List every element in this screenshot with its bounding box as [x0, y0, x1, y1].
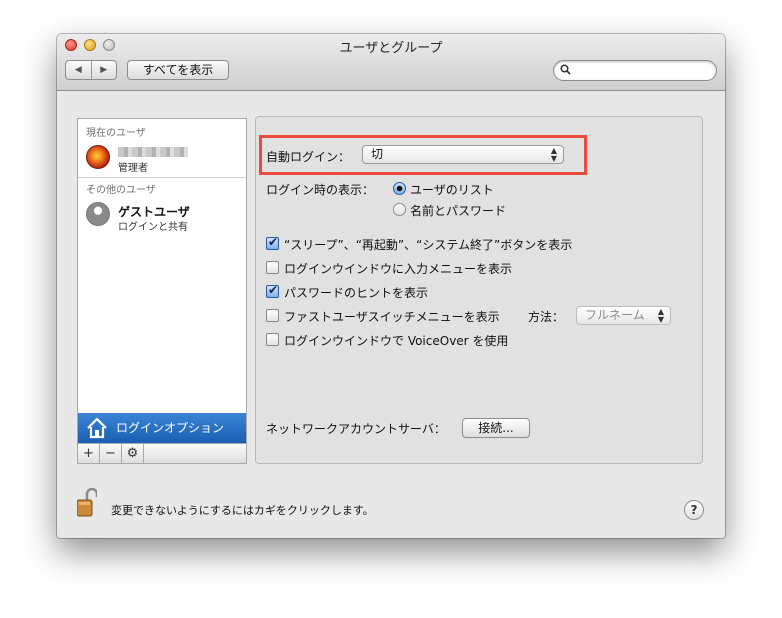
auto-login-popup[interactable]: 切 ▲ ▼ — [362, 145, 564, 164]
guest-user-sub: ログインと共有 — [118, 222, 188, 233]
auto-login-value: 切 — [371, 147, 384, 161]
login-window-label: ログイン時の表示： — [266, 183, 375, 197]
divider — [78, 177, 246, 178]
search-icon — [560, 64, 571, 78]
help-button[interactable]: ? — [684, 500, 704, 520]
connect-button[interactable]: 接続... — [462, 418, 530, 438]
popup-arrows-icon: ▲ ▼ — [550, 146, 557, 163]
current-users-header: 現在のユーザ — [86, 128, 146, 139]
checkbox-voiceover[interactable] — [266, 333, 279, 346]
preferences-window: ユーザとグループ ◀ ▶ すべてを表示 現在のユーザ 管理者 その他のユーザ ゲ… — [57, 34, 725, 538]
user-list: 現在のユーザ 管理者 その他のユーザ ゲストユーザ ログインと共有 ログインオプ… — [77, 118, 247, 464]
checkbox-fast-user-switch[interactable] — [266, 309, 279, 322]
redacted-username — [118, 147, 188, 157]
radio-user-list[interactable] — [393, 182, 406, 195]
popup-arrows-icon: ▲ ▼ — [657, 307, 664, 324]
house-icon — [86, 416, 108, 440]
remove-user-button[interactable]: − — [100, 444, 122, 463]
checkbox-sleep-restart[interactable] — [266, 235, 279, 250]
back-arrow-icon[interactable]: ◀ — [66, 61, 92, 79]
checkbox-sleep-restart-label: “スリープ”、“再起動”、“システム終了”ボタンを表示 — [284, 238, 573, 252]
checkbox-password-hints-label: パスワードのヒントを表示 — [284, 286, 429, 300]
network-server-label: ネットワークアカウントサーバ： — [266, 422, 446, 436]
gear-icon[interactable]: ⚙ — [122, 444, 144, 463]
sidebar-item-login-options[interactable]: ログインオプション — [78, 413, 246, 443]
window-title: ユーザとグループ — [339, 41, 443, 56]
title-bar: ユーザとグループ ◀ ▶ すべてを表示 — [57, 34, 725, 91]
lock-instruction-text: 変更できないようにするにはカギをクリックします。 — [111, 504, 374, 517]
checkbox-fast-user-switch-label: ファストユーザスイッチメニューを表示 — [284, 310, 500, 324]
forward-arrow-icon[interactable]: ▶ — [92, 61, 117, 79]
guest-avatar-icon — [86, 202, 110, 226]
back-forward-control: ◀ ▶ — [65, 60, 117, 80]
checkbox-password-hints[interactable] — [266, 283, 279, 298]
checkbox-voiceover-label: ログインウインドウで VoiceOver を使用 — [284, 334, 509, 348]
radio-name-password-label: 名前とパスワード — [410, 204, 507, 218]
current-user-row[interactable]: 管理者 — [78, 141, 246, 177]
other-users-header: その他のユーザ — [86, 185, 156, 196]
unlocked-padlock-icon[interactable] — [76, 487, 99, 518]
checkbox-input-menu[interactable] — [266, 261, 279, 274]
fast-switch-method-label: 方法： — [528, 310, 565, 324]
radio-user-list-label: ユーザのリスト — [410, 183, 494, 197]
login-options-label: ログインオプション — [116, 421, 225, 435]
avatar — [86, 145, 110, 169]
fast-switch-method-value: フルネーム — [585, 308, 645, 322]
guest-user-row[interactable]: ゲストユーザ ログインと共有 — [78, 197, 246, 233]
checkbox-input-menu-label: ログインウインドウに入力メニューを表示 — [284, 262, 513, 276]
search-input[interactable] — [576, 63, 706, 77]
login-options-panel: 自動ログイン： 切 ▲ ▼ ログイン時の表示： ユーザのリスト 名前とパスワード … — [255, 116, 703, 464]
add-user-button[interactable]: + — [78, 444, 100, 463]
fast-switch-method-popup[interactable]: フルネーム ▲ ▼ — [576, 306, 671, 325]
user-list-toolbar: + − ⚙ — [78, 443, 246, 463]
show-all-button[interactable]: すべてを表示 — [127, 60, 229, 80]
auto-login-label: 自動ログイン： — [266, 150, 351, 164]
search-field[interactable] — [553, 60, 717, 81]
radio-name-password[interactable] — [393, 203, 406, 216]
user-role: 管理者 — [118, 163, 148, 174]
